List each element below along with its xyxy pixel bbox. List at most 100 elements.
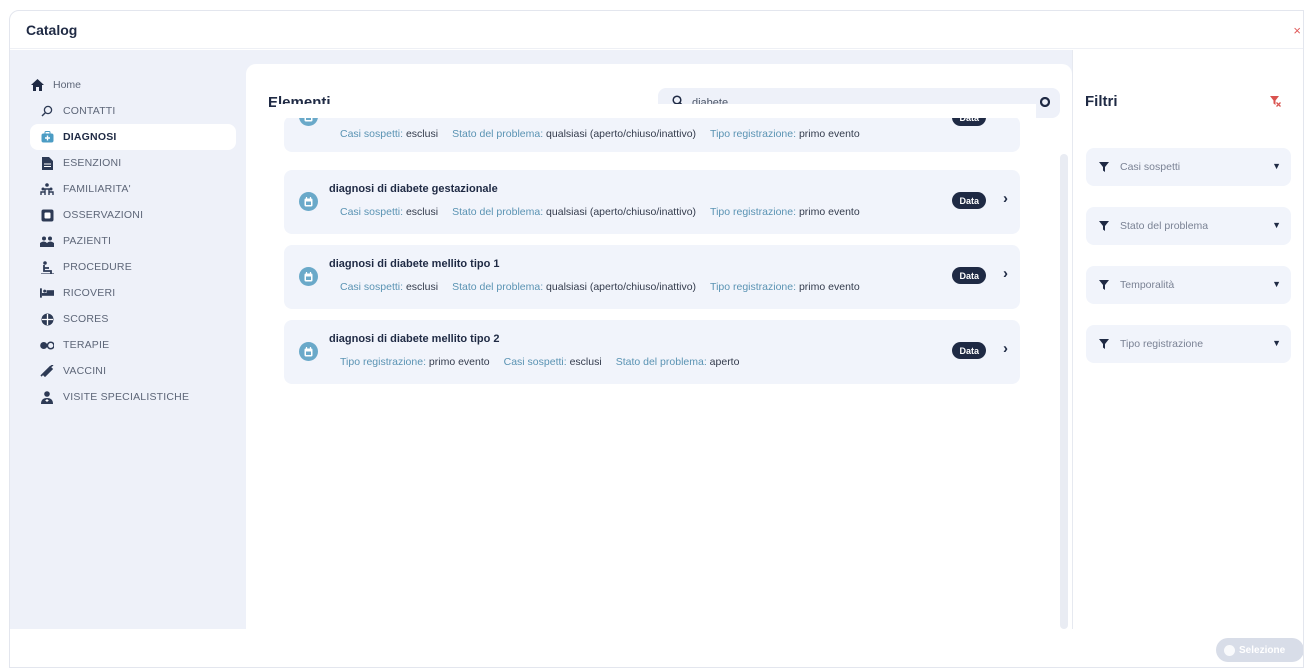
chevron-right-icon[interactable]: › [1003,265,1008,282]
close-icon[interactable]: × [1293,23,1301,38]
meta-value: esclusi [405,128,439,140]
sidebar-item-label: SCORES [63,313,109,325]
filters-title: Filtri [1085,93,1118,110]
filter-dropdown[interactable]: Tipo registrazione ▼ [1086,325,1291,363]
scrollbar[interactable] [1060,154,1068,629]
caret-down-icon: ▼ [1272,338,1281,348]
sidebar-item-label: OSSERVAZIONI [63,209,144,221]
result-card[interactable]: diagnosi di diabete gestazionale Casi sos… [284,170,1020,234]
filter-dropdown[interactable]: Stato del problema ▼ [1086,207,1291,245]
meta-key: Casi sospetti [340,281,401,293]
select-button[interactable]: Selezione [1216,638,1303,662]
funnel-icon [1099,162,1109,172]
sidebar-item-home[interactable]: Home [30,74,236,96]
sidebar-item-contatti[interactable]: CONTATTI [30,98,236,124]
result-title: diagnosi di diabete gestazionale [329,183,498,195]
meta-key: Casi sospetti [340,128,401,140]
scores-icon [40,312,54,326]
sidebar-item-label: ESENZIONI [63,157,122,169]
result-card[interactable]: Casi sospetti: esclusi Stato del problema… [284,106,1020,152]
calendar-icon [299,192,318,211]
clear-search-icon[interactable] [1039,94,1051,112]
meta-value: qualsiasi (aperto/chiuso/inattivo) [546,128,697,140]
filter-dropdown[interactable]: Temporalità ▼ [1086,266,1291,304]
meta-value: primo evento [798,128,860,140]
sidebar-item-scores[interactable]: SCORES [30,306,236,332]
home-icon [30,78,44,92]
check-icon [1224,644,1235,656]
meta-value: qualsiasi (aperto/chiuso/inattivo) [546,281,697,293]
meta-value: esclusi [405,281,439,293]
procedure-icon [40,260,54,274]
sidebar-item-terapie[interactable]: TERAPIE [30,332,236,358]
meta-value: qualsiasi (aperto/chiuso/inattivo) [546,206,697,218]
sidebar-nav-list: CONTATTI DIAGNOSI ESENZIONI FAMILIARITA' OSS… [30,98,236,410]
date-badge[interactable]: Data [952,342,986,359]
filter-label: Tipo registrazione [1120,338,1204,350]
meta-key: Stato del problema [452,281,541,293]
result-meta: Casi sospetti: esclusi Stato del problema… [340,128,860,140]
footer: Selezione [10,629,1303,667]
sidebar-item-label: Home [53,79,82,91]
chevron-right-icon[interactable]: › [1003,190,1008,207]
sidebar-item-familiarita[interactable]: FAMILIARITA' [30,176,236,202]
sidebar-item-ricoveri[interactable]: RICOVERI [30,280,236,306]
date-badge[interactable]: Data [952,267,986,284]
caret-down-icon: ▼ [1272,220,1281,230]
result-card[interactable]: diagnosi di diabete mellito tipo 2 Tipo r… [284,320,1020,384]
filter-dropdown[interactable]: Casi sospetti ▼ [1086,148,1291,186]
meta-value: esclusi [569,356,602,368]
select-button-label: Selezione [1239,644,1286,656]
pills-icon [40,338,54,352]
meta-key: Tipo registrazione [710,128,794,140]
funnel-icon [1099,221,1109,231]
sidebar-item-osservazioni[interactable]: OSSERVAZIONI [30,202,236,228]
meta-value: esclusi [405,206,439,218]
result-title: diagnosi di diabete mellito tipo 1 [329,258,500,270]
meta-key: Tipo registrazione [340,356,424,368]
meta-key: Stato del problema [452,206,541,218]
funnel-icon [1099,280,1109,290]
sidebar-item-label: DIAGNOSI [63,131,117,143]
sidebar-item-diagnosi[interactable]: DIAGNOSI [30,124,236,150]
meta-value: primo evento [428,356,490,368]
sidebar-item-label: VACCINI [63,365,107,377]
observation-icon [40,208,54,222]
sidebar-item-label: PAZIENTI [63,235,112,247]
meta-value: aperto [709,356,740,368]
sidebar-item-vaccini[interactable]: VACCINI [30,358,236,384]
result-meta: Tipo registrazione: primo evento Casi sos… [340,356,740,368]
sidebar-item-visite-specialistiche[interactable]: VISITE SPECIALISTICHE [30,384,236,410]
filters-panel: Filtri Casi sospetti ▼ Stato del problema ▼… [1072,50,1303,629]
meta-value: primo evento [798,281,860,293]
meta-value: primo evento [798,206,860,218]
diagnosis-icon [40,130,54,144]
result-meta: Casi sospetti: esclusi Stato del problema… [340,206,860,218]
sidebar-item-pazienti[interactable]: PAZIENTI [30,228,236,254]
funnel-icon [1099,339,1109,349]
sidebar-item-label: FAMILIARITA' [63,183,131,195]
meta-key: Tipo registrazione [710,206,794,218]
document-icon [40,156,54,170]
sidebar-item-esenzioni[interactable]: ESENZIONI [30,150,236,176]
scroll-mask [276,104,1036,118]
filter-label: Stato del problema [1120,220,1209,232]
calendar-icon [299,342,318,361]
bed-icon [40,286,54,300]
body-area: Home CONTATTI DIAGNOSI ESENZIONI FAMILIARIT… [10,50,1303,629]
result-meta: Casi sospetti: esclusi Stato del problema… [340,281,860,293]
meta-key: Stato del problema [615,356,704,368]
sidebar: Home CONTATTI DIAGNOSI ESENZIONI FAMILIARIT… [10,50,246,629]
sidebar-item-label: TERAPIE [63,339,110,351]
clear-filters-icon[interactable] [1270,94,1281,112]
syringe-icon [40,364,54,378]
window-title: Catalog [26,21,78,38]
result-card[interactable]: diagnosi di diabete mellito tipo 1 Casi s… [284,245,1020,309]
search-icon [40,104,54,118]
title-bar: Catalog [10,11,1303,49]
sidebar-item-procedure[interactable]: PROCEDURE [30,254,236,280]
date-badge[interactable]: Data [952,192,986,209]
chevron-right-icon[interactable]: › [1003,340,1008,357]
caret-down-icon: ▼ [1272,279,1281,289]
meta-key: Stato del problema [452,128,541,140]
